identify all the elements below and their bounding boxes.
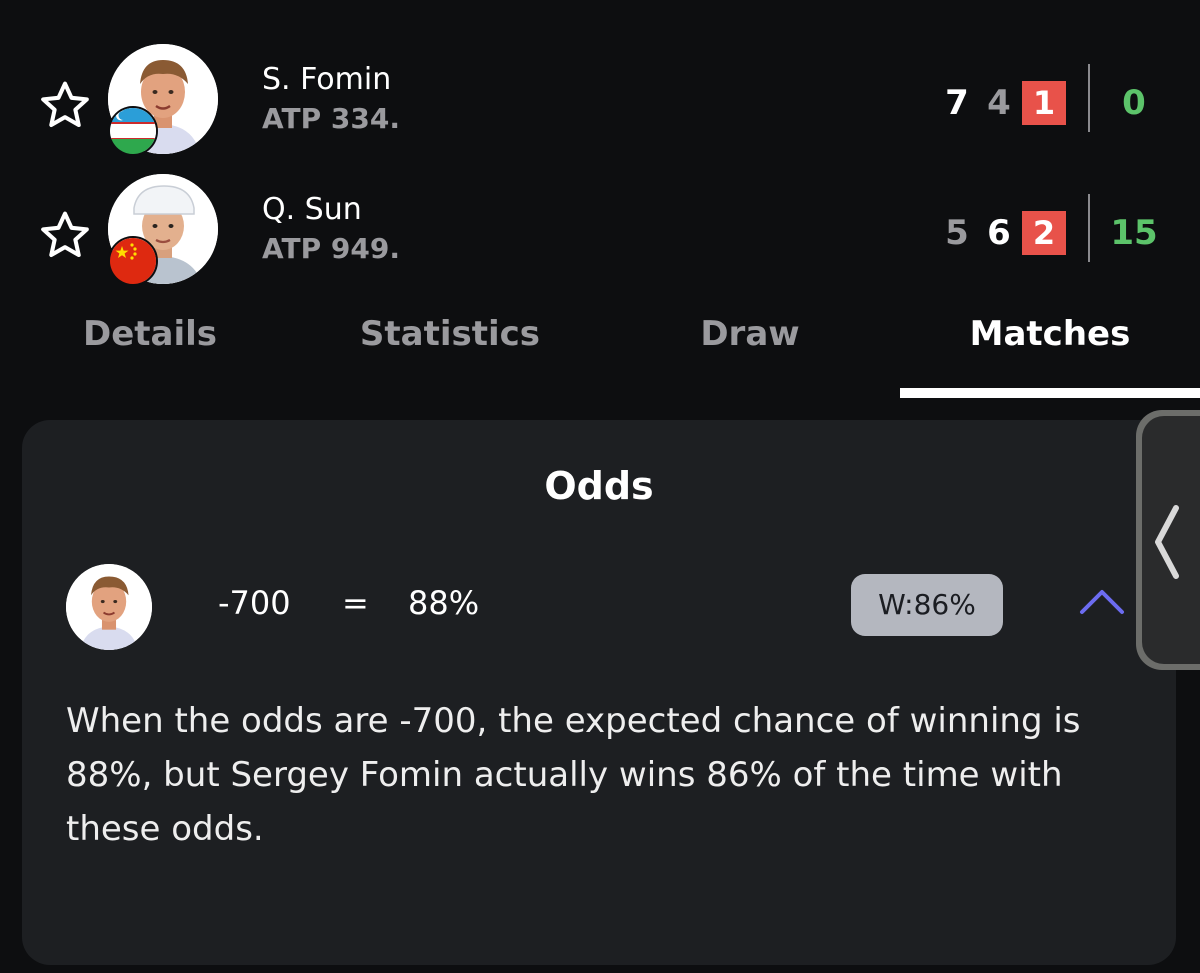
active-tab-indicator: [900, 388, 1200, 398]
player-avatar: [66, 564, 152, 650]
odds-card: Odds -700 = 88% W:86% When the odds are …: [22, 420, 1176, 965]
tab-statistics[interactable]: Statistics: [300, 310, 600, 358]
player-row-2[interactable]: Q. Sun ATP 949. 5 6 2 15: [0, 170, 1200, 290]
favorite-star-icon[interactable]: [38, 208, 92, 262]
game-score: 15: [1110, 213, 1158, 253]
china-flag-icon: [108, 236, 158, 286]
set-score-current: 2: [1022, 211, 1066, 255]
card-title: Odds: [544, 464, 654, 508]
uzbekistan-flag-icon: [108, 106, 158, 156]
set-score-current: 1: [1022, 81, 1066, 125]
set-score-2: 4: [987, 83, 1011, 123]
player-row-1[interactable]: S. Fomin ATP 334. 7 4 1 0: [0, 40, 1200, 160]
chevron-left-icon[interactable]: [1152, 504, 1182, 580]
set-score-2: 6: [987, 213, 1011, 253]
favorite-star-icon[interactable]: [38, 78, 92, 132]
player-rank: ATP 334.: [262, 102, 400, 135]
odds-value: -700: [218, 584, 291, 622]
chevron-up-icon[interactable]: [1078, 586, 1126, 616]
tab-draw[interactable]: Draw: [600, 310, 900, 358]
tab-bar: Details Statistics Draw Matches: [0, 300, 1200, 400]
implied-probability: 88%: [408, 584, 480, 622]
odds-description: When the odds are -700, the expected cha…: [66, 701, 1081, 849]
player-rank: ATP 949.: [262, 232, 400, 265]
equals-sign: =: [342, 584, 369, 622]
win-rate-badge: W:86%: [851, 574, 1003, 636]
set-score-1: 5: [945, 213, 969, 253]
match-header: S. Fomin ATP 334. 7 4 1 0 Q. Sun ATP 949…: [0, 0, 1200, 400]
game-score: 0: [1122, 83, 1146, 123]
tab-details[interactable]: Details: [0, 310, 300, 358]
side-panel-handle[interactable]: [1136, 410, 1200, 670]
score-divider: [1088, 64, 1090, 132]
set-score-1: 7: [945, 83, 969, 123]
tab-matches[interactable]: Matches: [900, 310, 1200, 358]
player-name[interactable]: Q. Sun: [262, 192, 362, 227]
score-divider: [1088, 194, 1090, 262]
match-screen: S. Fomin ATP 334. 7 4 1 0 Q. Sun ATP 949…: [0, 0, 1200, 973]
player-name[interactable]: S. Fomin: [262, 62, 391, 97]
